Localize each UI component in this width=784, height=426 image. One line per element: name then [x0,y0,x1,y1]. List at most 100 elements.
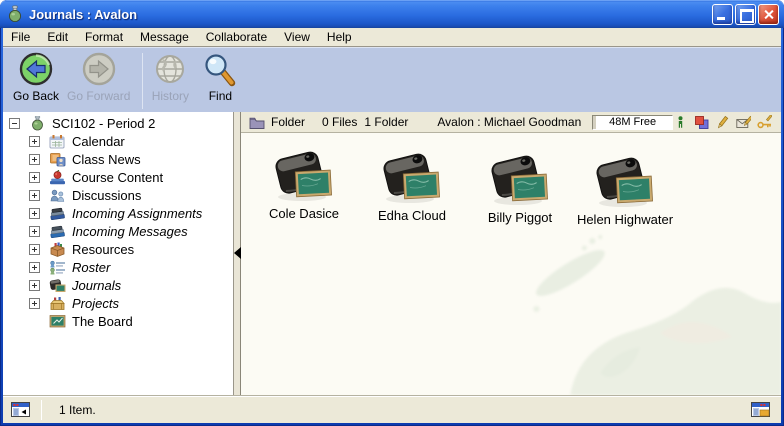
menu-view[interactable]: View [284,30,310,44]
history-button[interactable]: History [151,51,189,103]
folder-icon [249,116,265,129]
journal-book-icon [593,153,657,211]
sidebar-item-projects[interactable]: Projects [3,294,233,312]
collapse-icon[interactable] [9,118,20,129]
expand-spacer [29,316,40,327]
main-panel: Folder 0 Files 1 Folder Avalon : Michael… [241,112,781,395]
person-icon[interactable] [673,115,688,130]
sidebar-item-class-news[interactable]: Class News [3,150,233,168]
sidebar-label: Roster [72,260,110,275]
menu-edit[interactable]: Edit [47,30,68,44]
expand-icon[interactable] [29,262,40,273]
pane-splitter[interactable] [234,112,241,395]
journal-item-billy-piggot[interactable]: Billy Piggot [465,151,575,225]
sidebar-label: Journals [72,278,121,293]
journal-item-label: Billy Piggot [488,210,552,225]
sidebar-item-journals[interactable]: Journals [3,276,233,294]
sidebar-item-incoming-assignments[interactable]: Incoming Assignments [3,204,233,222]
collapse-pane-icon[interactable] [234,247,241,259]
folder-type-label: Folder [271,115,305,129]
key-icon[interactable] [757,115,772,130]
sidebar-item-resources[interactable]: Resources [3,240,233,258]
free-space-gauge: 48M Free [592,115,673,130]
pencil-icon[interactable] [715,115,730,130]
folder-contents: Cole Dasice [241,133,781,395]
go-back-label: Go Back [13,89,59,103]
title-bar[interactable]: Journals : Avalon [0,0,784,28]
window-title: Journals : Avalon [29,7,712,22]
statusbar-separator [41,400,42,420]
sidebar-item-calendar[interactable]: Calendar [3,132,233,150]
toolbar: Go Back Go Forward History [3,47,781,112]
course-content-icon [49,170,66,185]
sidebar-label: Incoming Messages [72,224,188,239]
files-count: 0 Files [322,115,357,129]
journal-item-edha-cloud[interactable]: Edha Cloud [357,149,467,223]
compose-mail-icon[interactable] [736,115,751,130]
incoming-assignments-icon [49,206,66,221]
sidebar-label: Course Content [72,170,163,185]
layers-icon[interactable] [694,115,709,130]
expand-icon[interactable] [29,190,40,201]
expand-icon[interactable] [29,172,40,183]
menu-help[interactable]: Help [327,30,352,44]
find-label: Find [209,89,232,103]
close-button[interactable] [758,4,779,25]
toolbar-separator [142,53,143,109]
journal-book-icon [272,147,336,205]
class-news-icon [49,152,66,167]
expand-icon[interactable] [29,136,40,147]
flask-app-icon [6,5,24,23]
journal-item-helen-highwater[interactable]: Helen Highwater [570,153,680,227]
menu-message[interactable]: Message [140,30,189,44]
projects-icon [49,296,66,311]
go-forward-label: Go Forward [67,89,130,103]
find-magnifier-icon [201,51,239,89]
expand-icon[interactable] [29,154,40,165]
sidebar-label: SCI102 - Period 2 [52,116,155,131]
roster-icon [49,260,66,275]
toggle-left-pane-icon[interactable] [11,402,31,418]
journal-item-label: Helen Highwater [577,212,673,227]
history-globe-icon [151,51,189,89]
journal-book-icon [488,151,552,209]
discussions-icon [49,188,66,203]
minimize-button[interactable] [712,4,733,25]
history-label: History [152,89,189,103]
sidebar-item-the-board[interactable]: The Board [3,312,233,330]
sidebar-item-incoming-messages[interactable]: Incoming Messages [3,222,233,240]
sidebar-item-discussions[interactable]: Discussions [3,186,233,204]
go-forward-icon [80,51,118,89]
app-window: Journals : Avalon File Edit Format Messa… [0,0,784,426]
expand-icon[interactable] [29,226,40,237]
expand-icon[interactable] [29,280,40,291]
toggle-right-pane-icon[interactable] [751,402,771,418]
go-forward-button[interactable]: Go Forward [67,51,130,103]
incoming-messages-icon [49,224,66,239]
expand-icon[interactable] [29,244,40,255]
menu-collaborate[interactable]: Collaborate [206,30,267,44]
sidebar-tree: SCI102 - Period 2 Calendar [3,112,234,395]
expand-icon[interactable] [29,298,40,309]
maximize-button[interactable] [735,4,756,25]
menu-format[interactable]: Format [85,30,123,44]
sidebar-item-roster[interactable]: Roster [3,258,233,276]
menu-bar: File Edit Format Message Collaborate Vie… [3,28,781,47]
status-bar: 1 Item. [3,395,781,423]
sidebar-item-course-content[interactable]: Course Content [3,168,233,186]
content-area: SCI102 - Period 2 Calendar [3,112,781,395]
sidebar-label: Projects [72,296,119,311]
journal-item-label: Cole Dasice [269,206,339,221]
journal-item-cole-dasice[interactable]: Cole Dasice [249,147,359,221]
sidebar-label: Incoming Assignments [72,206,202,221]
sidebar-item-sci102[interactable]: SCI102 - Period 2 [3,114,233,132]
journals-icon [49,278,66,293]
expand-icon[interactable] [29,208,40,219]
go-back-button[interactable]: Go Back [13,51,59,103]
sidebar-label: Resources [72,242,134,257]
sidebar-label: Discussions [72,188,141,203]
find-button[interactable]: Find [201,51,239,103]
menu-file[interactable]: File [11,30,30,44]
item-count-label: 1 Item. [59,403,96,417]
folder-header-bar: Folder 0 Files 1 Folder Avalon : Michael… [241,112,781,133]
